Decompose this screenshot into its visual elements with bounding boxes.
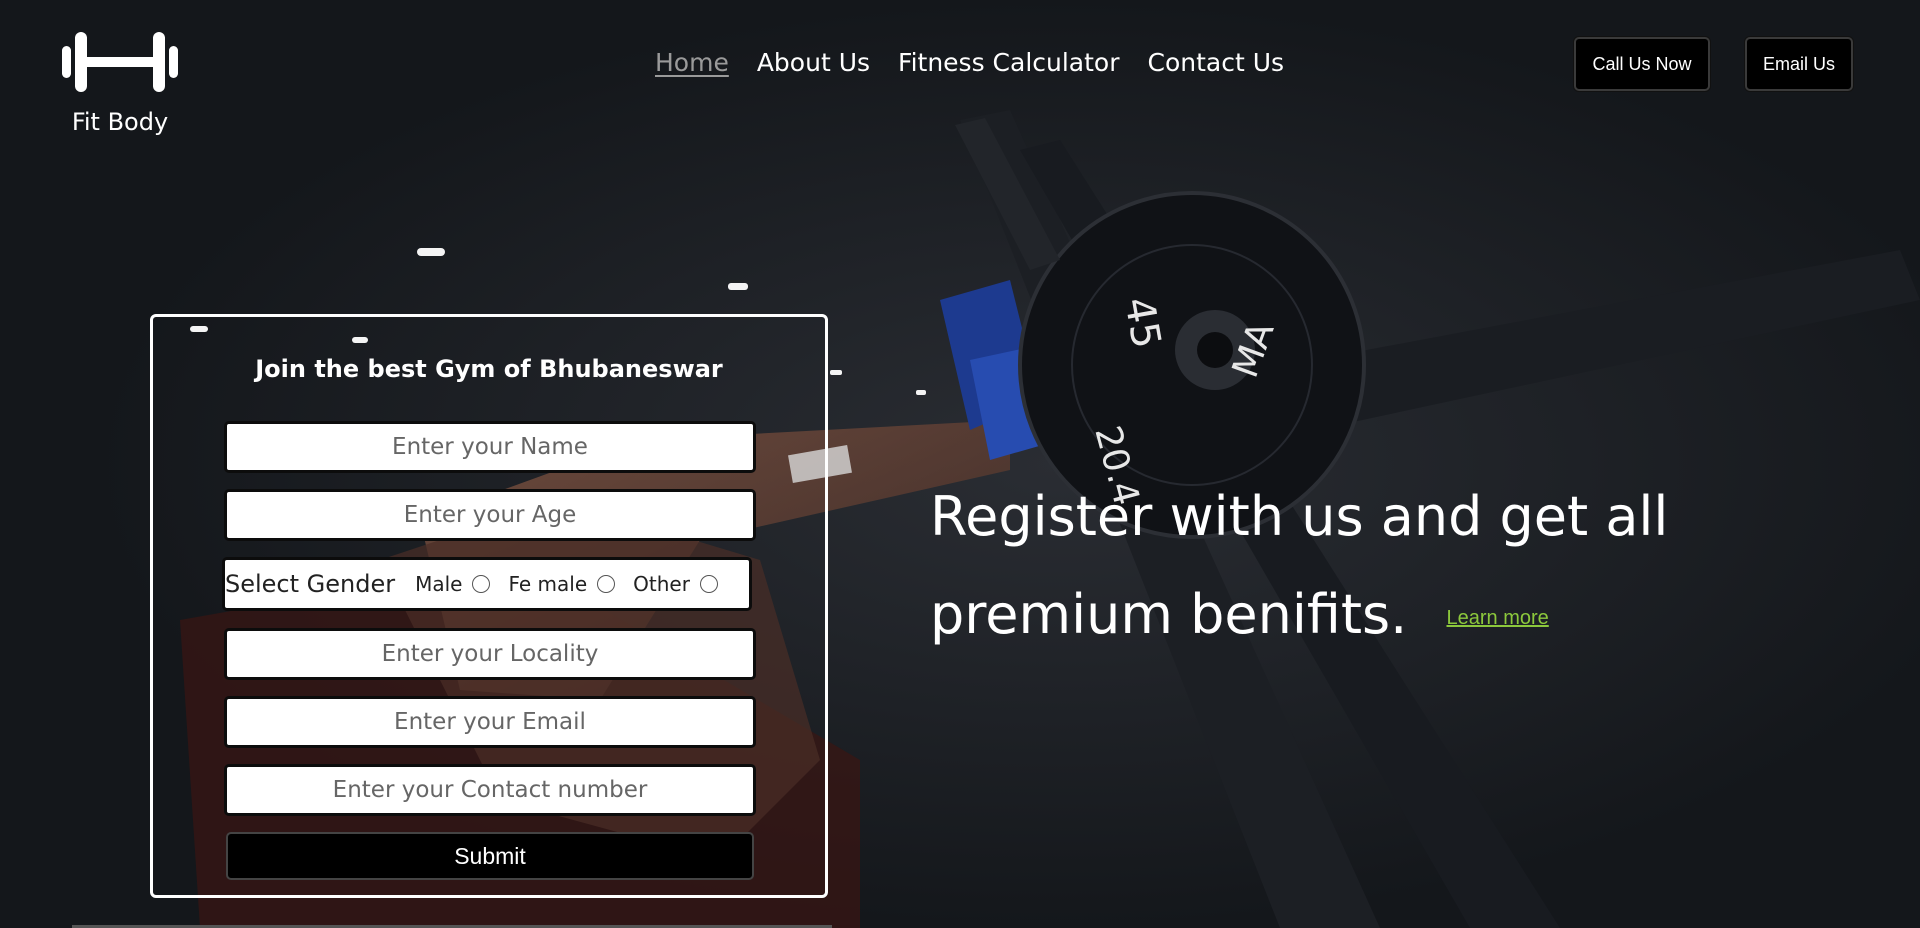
page: 45 20.4 MA Fit Body Home About Us Fitnes… [0,0,1920,928]
submit-button[interactable]: Submit [226,832,754,880]
email-input[interactable] [224,696,756,748]
female-radio[interactable] [597,575,616,593]
locality-input[interactable] [224,628,756,680]
nav-fitness-calculator[interactable]: Fitness Calculator [898,48,1119,77]
gender-label: Select Gender [225,570,396,598]
nav-home[interactable]: Home [655,48,729,77]
gender-option-male[interactable]: Male [415,572,491,596]
nav-about-us[interactable]: About Us [757,48,870,77]
gender-option-label: Male [415,572,463,596]
hero-headline-block: Register with us and get all premium ben… [930,468,1890,667]
age-input[interactable] [224,489,756,541]
gender-option-label: Fe male [508,572,588,596]
brand-name: Fit Body [71,108,169,136]
svg-text:45: 45 [1115,294,1169,352]
call-us-now-button[interactable]: Call Us Now [1574,37,1710,91]
brand-logo[interactable]: Fit Body [58,28,182,136]
hero-headline: Register with us and get all premium ben… [930,485,1669,646]
form-title: Join the best Gym of Bhubaneswar [255,355,723,383]
gender-option-other[interactable]: Other [633,572,718,596]
dumbbell-icon [62,32,178,92]
name-input[interactable] [224,421,756,473]
nav-contact-us[interactable]: Contact Us [1148,48,1285,77]
gender-option-label: Other [633,572,690,596]
gender-selector: Select Gender Male Fe male Other [222,557,752,611]
main-nav: Home About Us Fitness Calculator Contact… [655,48,1284,77]
other-radio[interactable] [699,575,718,593]
learn-more-link[interactable]: Learn more [1447,607,1549,629]
gender-option-female[interactable]: Fe male [508,572,616,596]
registration-form: Join the best Gym of Bhubaneswar Select … [150,314,828,898]
male-radio[interactable] [472,575,491,593]
email-us-button[interactable]: Email Us [1745,37,1853,91]
contact-number-input[interactable] [224,764,756,816]
